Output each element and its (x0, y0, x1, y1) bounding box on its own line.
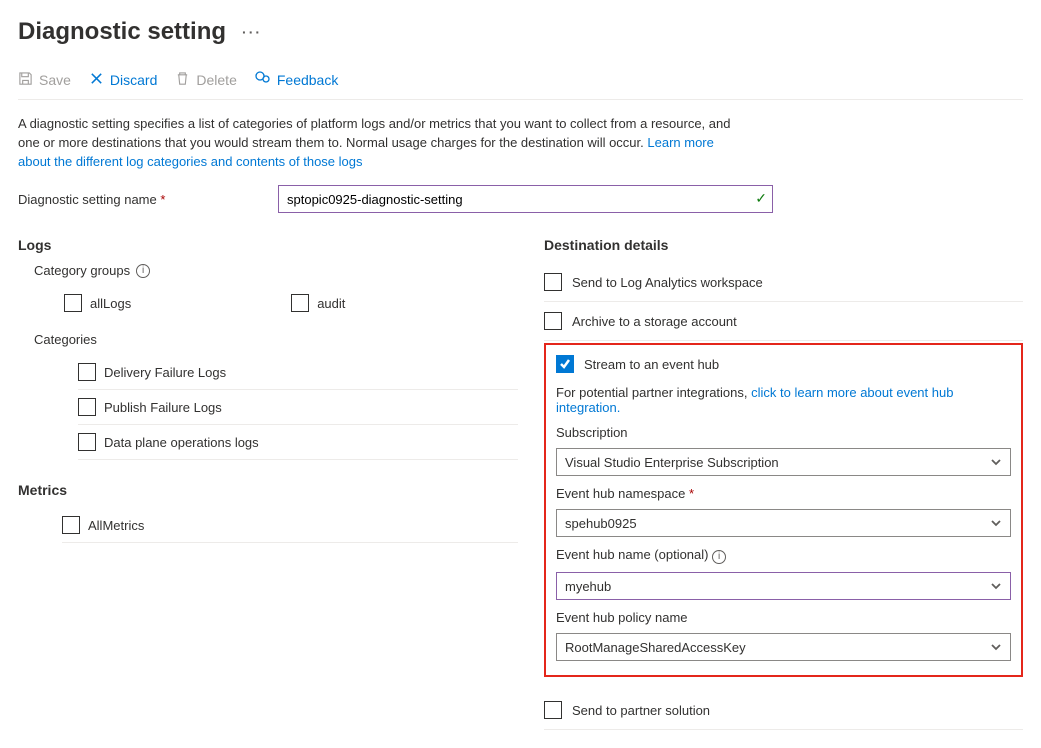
subscription-label: Subscription (556, 425, 1011, 440)
logs-heading: Logs (18, 237, 518, 253)
event-hub-section: Stream to an event hub For potential par… (544, 343, 1023, 677)
log-analytics-label: Send to Log Analytics workspace (572, 275, 763, 290)
allmetrics-label: AllMetrics (88, 518, 144, 533)
archive-label: Archive to a storage account (572, 314, 737, 329)
archive-checkbox[interactable] (544, 312, 562, 330)
partner-solution-checkbox[interactable] (544, 701, 562, 719)
category-groups-label: Category groups (34, 263, 130, 278)
feedback-button[interactable]: Feedback (255, 70, 338, 89)
policy-label: Event hub policy name (556, 610, 1011, 625)
description-text: A diagnostic setting specifies a list of… (18, 114, 738, 171)
namespace-select[interactable]: spehub0925 (556, 509, 1011, 537)
toolbar: Save Discard Delete Feedback (18, 70, 1023, 100)
chevron-down-icon (990, 517, 1002, 532)
alllogs-checkbox[interactable] (64, 294, 82, 312)
discard-button[interactable]: Discard (89, 70, 157, 89)
stream-eventhub-checkbox[interactable] (556, 355, 574, 373)
chevron-down-icon (990, 456, 1002, 471)
log-analytics-checkbox[interactable] (544, 273, 562, 291)
info-icon[interactable]: i (712, 550, 726, 564)
publish-failure-label: Publish Failure Logs (104, 400, 222, 415)
subscription-select[interactable]: Visual Studio Enterprise Subscription (556, 448, 1011, 476)
diagnostic-setting-name-input[interactable] (278, 185, 773, 213)
chevron-down-icon (990, 641, 1002, 656)
discard-icon (89, 71, 104, 89)
name-field-row: Diagnostic setting name * ✓ (18, 185, 1023, 213)
partner-solution-label: Send to partner solution (572, 703, 710, 718)
stream-eventhub-label: Stream to an event hub (584, 357, 719, 372)
page-title: Diagnostic setting ··· (18, 18, 1023, 46)
page-title-text: Diagnostic setting (18, 18, 226, 46)
name-label: Diagnostic setting name * (18, 192, 278, 207)
partner-note: For potential partner integrations, clic… (556, 385, 1011, 415)
delete-button[interactable]: Delete (175, 70, 236, 89)
feedback-icon (255, 70, 271, 89)
save-icon (18, 71, 33, 89)
categories-label: Categories (34, 332, 97, 347)
delete-icon (175, 71, 190, 89)
audit-checkbox[interactable] (291, 294, 309, 312)
delivery-failure-checkbox[interactable] (78, 363, 96, 381)
policy-select[interactable]: RootManageSharedAccessKey (556, 633, 1011, 661)
namespace-label: Event hub namespace * (556, 486, 1011, 501)
alllogs-label: allLogs (90, 296, 131, 311)
delivery-failure-label: Delivery Failure Logs (104, 365, 226, 380)
metrics-heading: Metrics (18, 482, 518, 498)
data-plane-label: Data plane operations logs (104, 435, 259, 450)
save-button[interactable]: Save (18, 70, 71, 89)
more-actions-button[interactable]: ··· (242, 24, 262, 40)
destination-heading: Destination details (544, 237, 1023, 253)
hubname-select[interactable]: myehub (556, 572, 1011, 600)
publish-failure-checkbox[interactable] (78, 398, 96, 416)
hubname-label: Event hub name (optional) i (556, 547, 1011, 564)
audit-label: audit (317, 296, 345, 311)
check-icon: ✓ (755, 190, 767, 207)
info-icon[interactable]: i (136, 264, 150, 278)
data-plane-checkbox[interactable] (78, 433, 96, 451)
allmetrics-checkbox[interactable] (62, 516, 80, 534)
chevron-down-icon (990, 580, 1002, 595)
